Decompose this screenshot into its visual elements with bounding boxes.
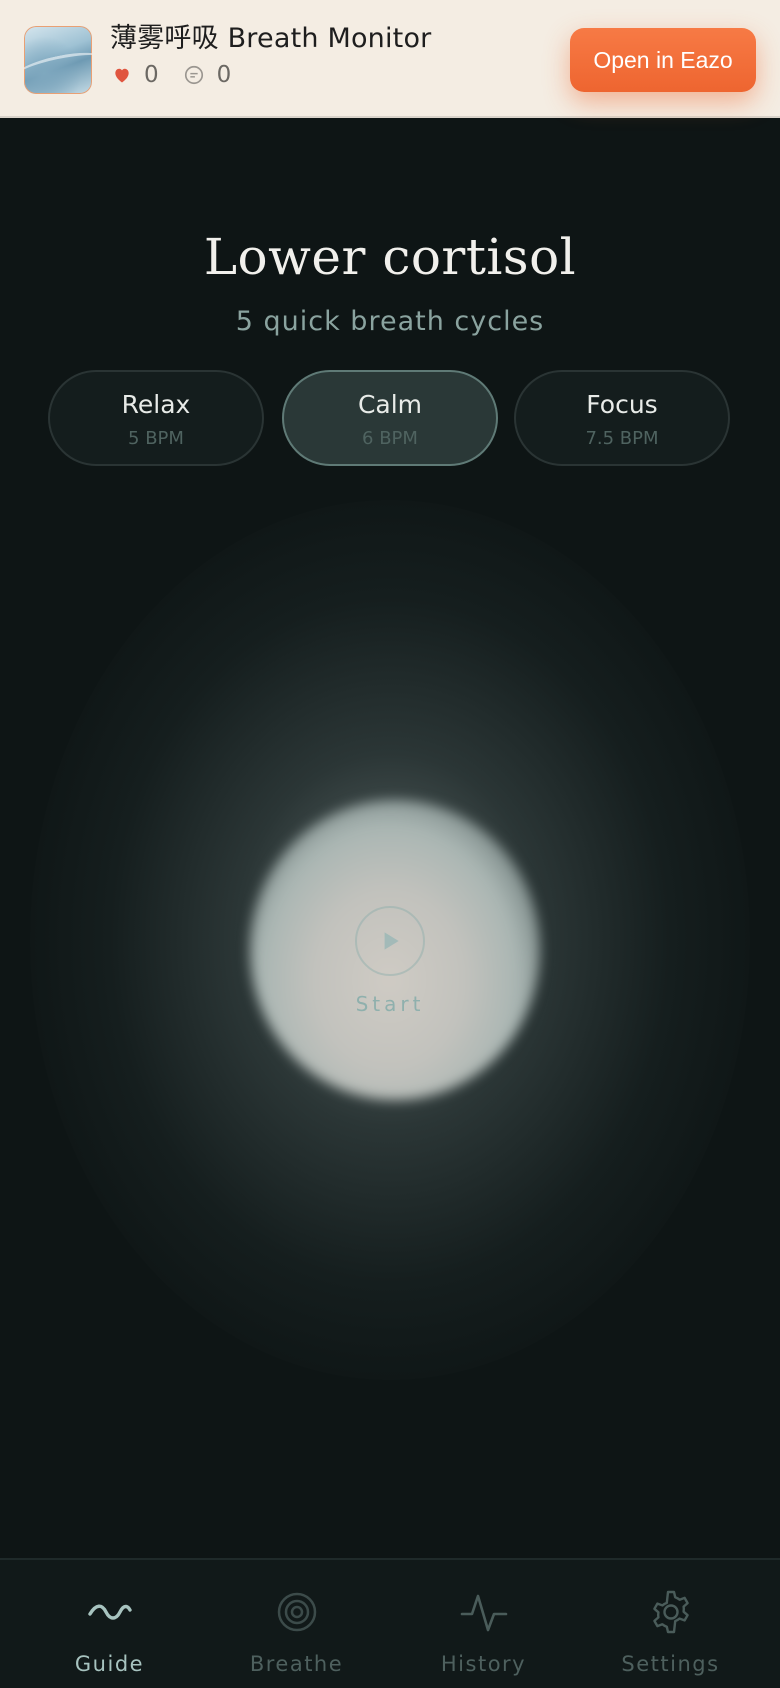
concentric-circles-icon (277, 1592, 316, 1632)
page-title: Lower cortisol (203, 228, 577, 286)
nav-label: Breathe (249, 1652, 344, 1676)
comment-icon (184, 65, 203, 85)
mode-selector: Relax 5 BPM Calm 6 BPM Focus 7.5 BPM (48, 370, 732, 468)
mode-bpm: 7.5 BPM (585, 428, 659, 449)
mode-calm[interactable]: Calm 6 BPM (282, 370, 498, 466)
play-icon (384, 932, 399, 950)
app-stats: 0 0 (112, 62, 255, 88)
app-banner: 薄雾呼吸 Breath Monitor 0 0 Open in Eazo (0, 0, 780, 118)
mode-name: Relax (121, 390, 191, 419)
nav-label: History (440, 1652, 527, 1676)
heart-icon (115, 68, 129, 83)
nav-label: Guide (74, 1652, 145, 1676)
page-subtitle: 5 quick breath cycles (235, 306, 545, 337)
app-thumbnail[interactable] (24, 26, 92, 94)
mode-bpm: 5 BPM (128, 428, 184, 449)
pulse-icon (460, 1594, 507, 1632)
wave-icon (87, 1604, 132, 1620)
nav-label: Settings (621, 1652, 720, 1676)
mode-relax[interactable]: Relax 5 BPM (48, 370, 264, 466)
mode-focus[interactable]: Focus 7.5 BPM (514, 370, 730, 466)
nav-guide[interactable]: Guide (12, 1560, 207, 1688)
mode-name: Focus (586, 390, 658, 419)
nav-breathe[interactable]: Breathe (199, 1560, 394, 1688)
bottom-nav: Guide Breathe History Settings (0, 1558, 780, 1688)
app-title: 薄雾呼吸 Breath Monitor (110, 23, 432, 54)
open-in-eazo-button[interactable]: Open in Eazo (570, 28, 756, 92)
gear-icon (652, 1590, 689, 1634)
comments-stat[interactable]: 0 (183, 62, 232, 88)
start-label: Start (355, 992, 425, 1016)
likes-count: 0 (144, 62, 159, 88)
nav-history[interactable]: History (386, 1560, 581, 1688)
likes-stat[interactable]: 0 (112, 62, 159, 88)
mode-bpm: 6 BPM (362, 428, 418, 449)
nav-settings[interactable]: Settings (573, 1560, 768, 1688)
app-screen: 薄雾呼吸 Breath Monitor 0 0 Open in Eazo Low… (0, 0, 780, 1688)
mode-name: Calm (357, 390, 423, 419)
comments-count: 0 (216, 62, 232, 88)
start-button[interactable] (355, 906, 425, 976)
